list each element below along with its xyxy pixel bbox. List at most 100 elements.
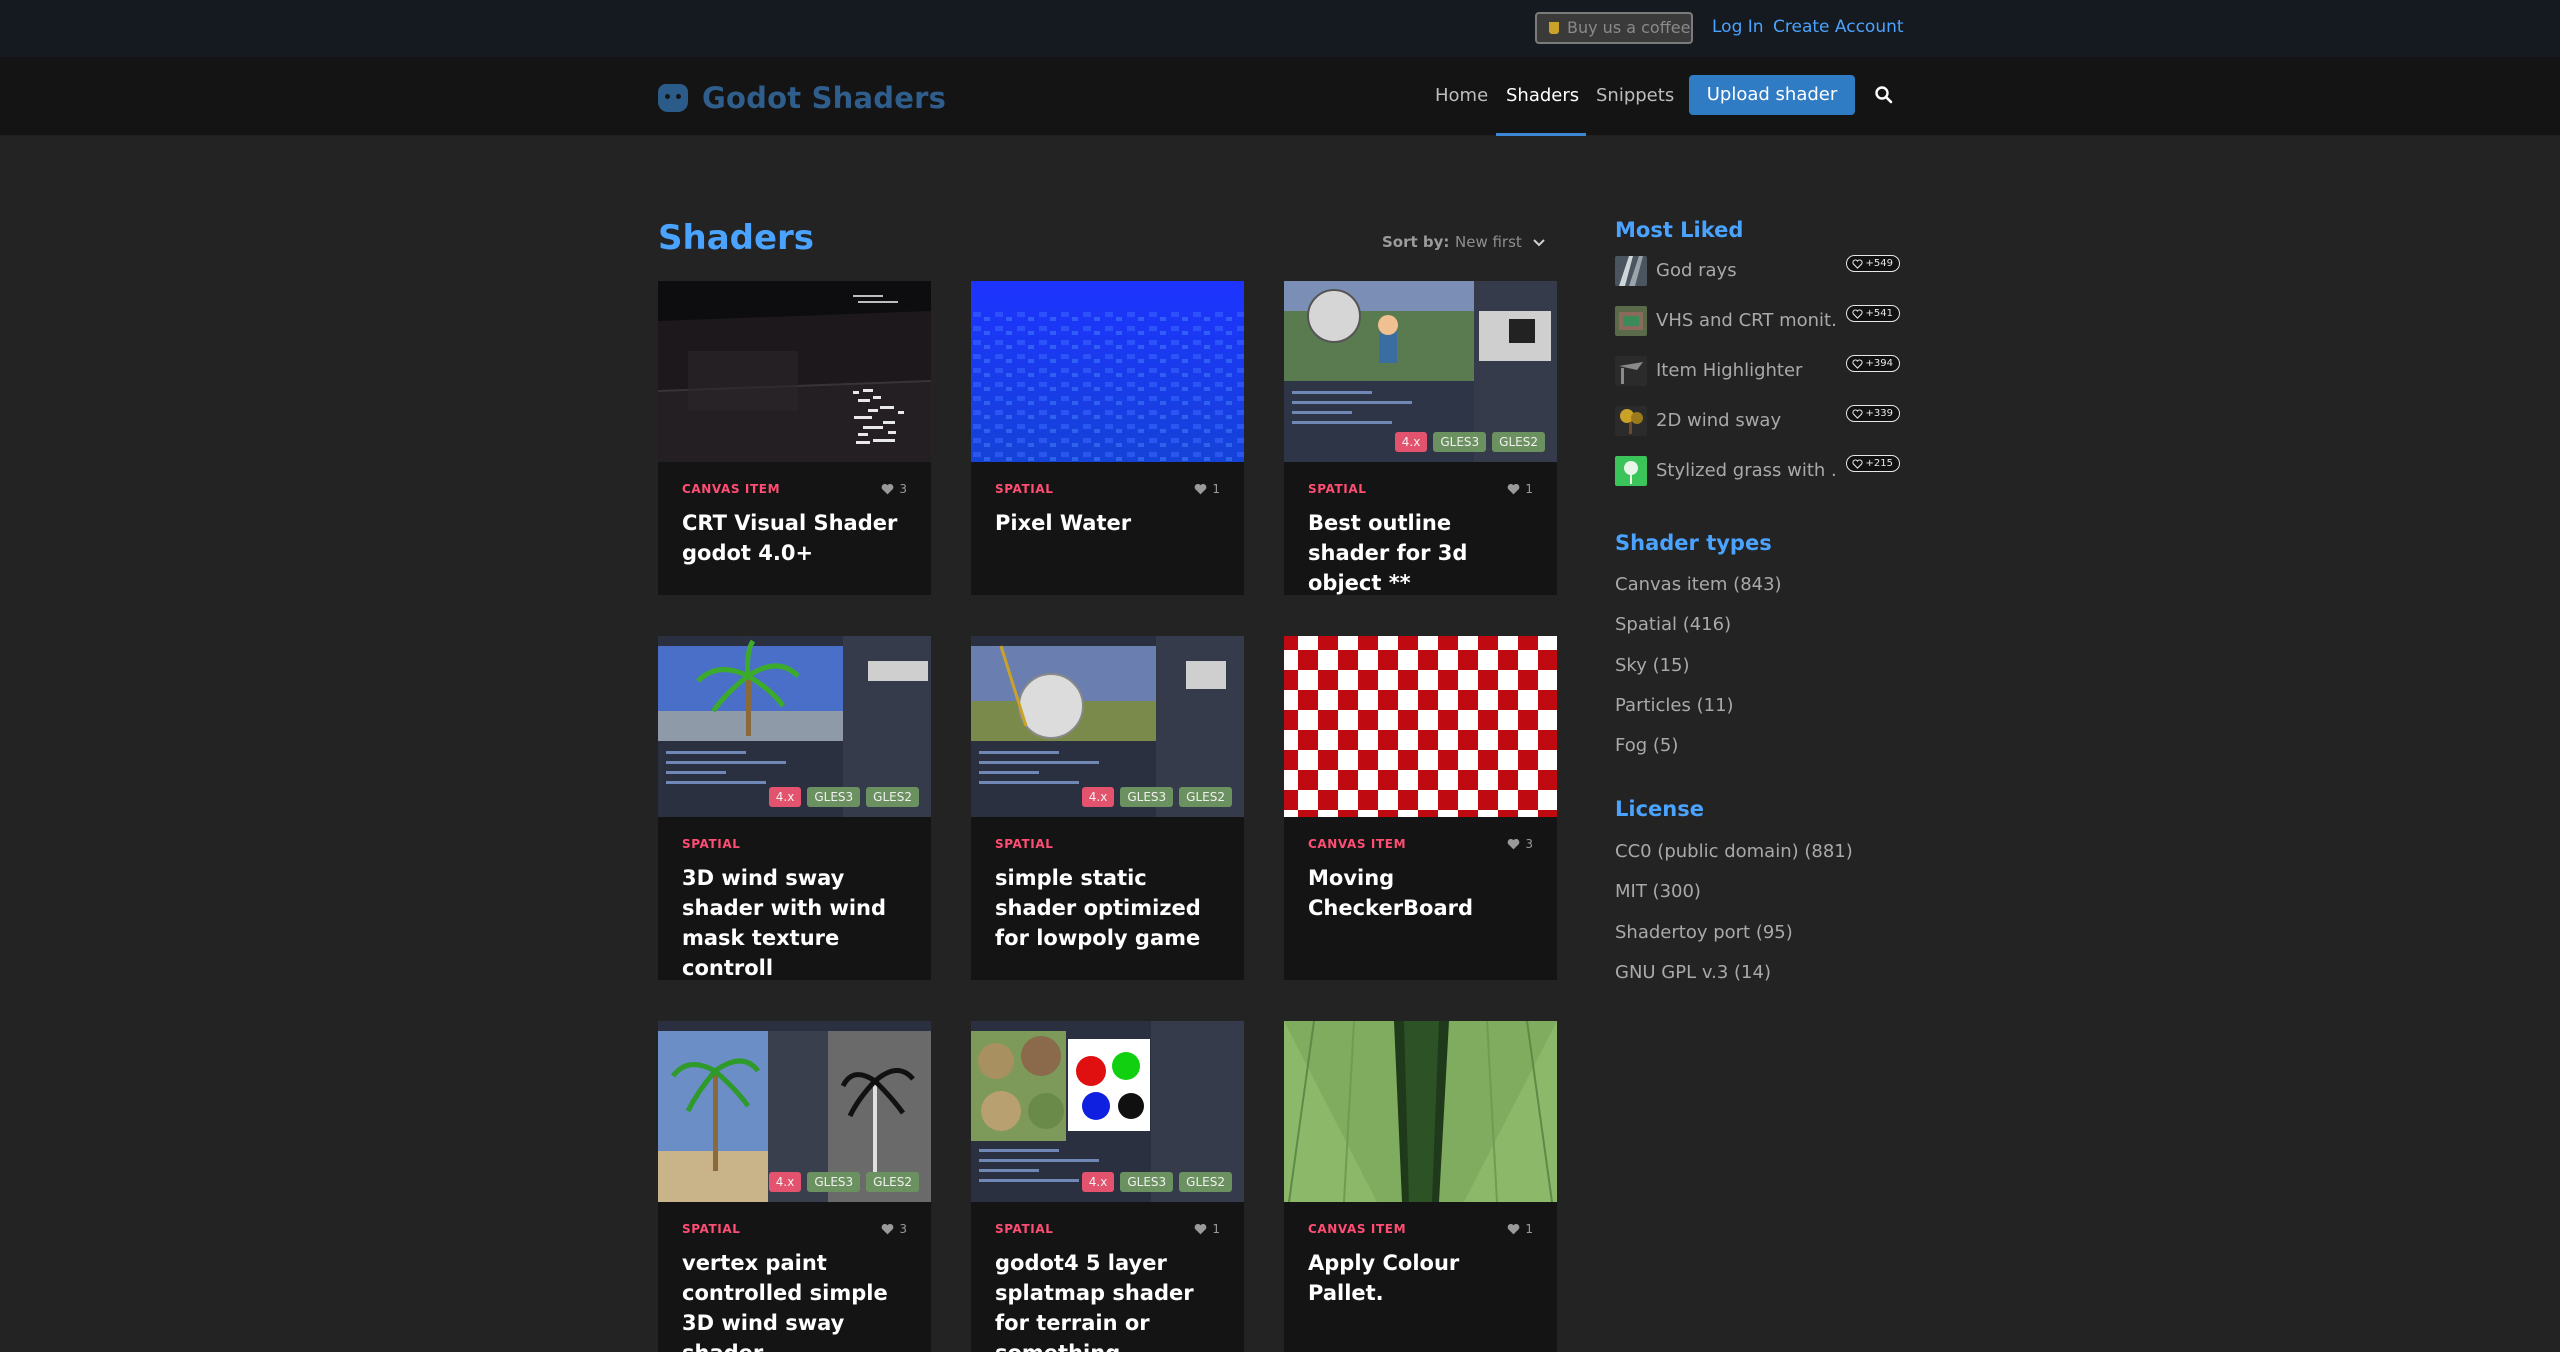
most-liked-item[interactable]: 2D wind sway +339: [1615, 404, 1900, 436]
shader-thumbnail[interactable]: [1615, 306, 1647, 336]
shader-card[interactable]: 4.x GLES3 GLES2 SPATIAL 1 godot4 5 layer…: [971, 1021, 1244, 1352]
version-badge: GLES3: [1120, 787, 1174, 807]
version-badge: GLES2: [1179, 1172, 1232, 1192]
most-liked-name[interactable]: Stylized grass with ...: [1656, 460, 1836, 481]
like-count: 3: [881, 482, 907, 496]
version-badge: GLES2: [866, 787, 919, 807]
shader-title[interactable]: 3D wind sway shader with wind mask textu…: [682, 863, 907, 983]
nav-snippets[interactable]: Snippets: [1596, 85, 1674, 106]
most-liked-name[interactable]: 2D wind sway: [1656, 410, 1836, 431]
shader-title[interactable]: Moving CheckerBoard: [1308, 863, 1533, 923]
shader-thumbnail[interactable]: [1615, 406, 1647, 436]
shader-card[interactable]: CANVAS ITEM 1 Apply Colour Pallet.: [1284, 1021, 1557, 1352]
license-link[interactable]: CC0 (public domain) (881): [1615, 841, 1853, 862]
shader-title[interactable]: Pixel Water: [995, 508, 1220, 538]
shader-title[interactable]: vertex paint controlled simple 3D wind s…: [682, 1248, 907, 1352]
shader-type-label[interactable]: SPATIAL: [995, 837, 1053, 851]
license-link[interactable]: Shadertoy port (95): [1615, 922, 1793, 943]
most-liked-item[interactable]: Item Highlighter +394: [1615, 354, 1900, 386]
shader-thumbnail[interactable]: [1284, 1021, 1557, 1202]
shader-title[interactable]: Apply Colour Pallet.: [1308, 1248, 1533, 1308]
like-count: 3: [881, 1222, 907, 1236]
shader-thumbnail[interactable]: 4.x GLES3 GLES2: [971, 1021, 1244, 1202]
shader-thumbnail[interactable]: [1615, 256, 1647, 286]
license-link[interactable]: MIT (300): [1615, 881, 1701, 902]
version-badge: GLES3: [1433, 432, 1487, 452]
version-badge: 4.x: [1081, 1172, 1115, 1192]
most-liked-item[interactable]: VHS and CRT monit... +541: [1615, 304, 1900, 336]
most-liked-count: +394: [1845, 355, 1900, 372]
most-liked-count: +549: [1845, 255, 1900, 272]
most-liked-name[interactable]: Item Highlighter: [1656, 360, 1836, 381]
shader-type-label[interactable]: SPATIAL: [682, 1222, 740, 1236]
version-badge: GLES3: [807, 787, 861, 807]
shader-thumbnail[interactable]: 4.x GLES3 GLES2: [1284, 281, 1557, 462]
version-badge: 4.x: [1081, 787, 1115, 807]
chevron-down-icon[interactable]: [1531, 235, 1547, 251]
shader-thumbnail[interactable]: 4.x GLES3 GLES2: [658, 1021, 931, 1202]
shader-card[interactable]: SPATIAL 1 Pixel Water: [971, 281, 1244, 595]
search-icon[interactable]: [1874, 85, 1894, 105]
create-account-link[interactable]: Create Account: [1773, 17, 1904, 37]
shader-type-label[interactable]: CANVAS ITEM: [1308, 837, 1406, 851]
most-liked-item[interactable]: Stylized grass with ... +215: [1615, 454, 1900, 486]
most-liked-count: +541: [1845, 305, 1900, 322]
upload-shader-button[interactable]: Upload shader: [1689, 75, 1855, 115]
shader-type-label[interactable]: CANVAS ITEM: [1308, 1222, 1406, 1236]
shader-thumbnail[interactable]: [1615, 356, 1647, 386]
login-link[interactable]: Log In: [1712, 17, 1764, 37]
shader-title[interactable]: godot4 5 layer splatmap shader for terra…: [995, 1248, 1220, 1352]
shader-type-link[interactable]: Particles (11): [1615, 695, 1734, 716]
nav-shaders[interactable]: Shaders: [1506, 85, 1579, 106]
shader-thumbnail[interactable]: 4.x GLES3 GLES2: [971, 636, 1244, 817]
license-link[interactable]: GNU GPL v.3 (14): [1615, 962, 1771, 983]
shader-card[interactable]: 4.x GLES3 GLES2 SPATIAL simple static sh…: [971, 636, 1244, 980]
shader-type-label[interactable]: SPATIAL: [682, 837, 740, 851]
like-count: 1: [1194, 482, 1220, 496]
version-badges: 4.x GLES3 GLES2: [768, 787, 919, 807]
shader-type-label[interactable]: SPATIAL: [995, 1222, 1053, 1236]
version-badge: 4.x: [768, 787, 802, 807]
shader-title[interactable]: Best outline shader for 3d object **: [1308, 508, 1533, 598]
logo-text: Godot Shaders: [702, 81, 947, 115]
buy-coffee-button[interactable]: Buy us a coffee: [1535, 12, 1693, 44]
shader-type-link[interactable]: Canvas item (843): [1615, 574, 1782, 595]
shader-type-link[interactable]: Sky (15): [1615, 655, 1690, 676]
shader-types-heading: Shader types: [1615, 531, 1772, 555]
active-nav-indicator: [1496, 133, 1586, 136]
shader-type-label[interactable]: SPATIAL: [1308, 482, 1366, 496]
shader-card[interactable]: CANVAS ITEM 3 CRT Visual Shader godot 4.…: [658, 281, 931, 595]
sort-select[interactable]: New first: [1455, 233, 1522, 251]
shader-type-label[interactable]: CANVAS ITEM: [682, 482, 780, 496]
shader-type-label[interactable]: SPATIAL: [995, 482, 1053, 496]
heart-icon: [1195, 483, 1207, 495]
version-badge: GLES3: [1120, 1172, 1174, 1192]
version-badge: GLES2: [1492, 432, 1545, 452]
most-liked-name[interactable]: God rays: [1656, 260, 1836, 281]
site-logo[interactable]: Godot Shaders: [658, 80, 946, 116]
shader-card[interactable]: CANVAS ITEM 3 Moving CheckerBoard: [1284, 636, 1557, 980]
shader-card[interactable]: 4.x GLES3 GLES2 SPATIAL 3 vertex paint c…: [658, 1021, 931, 1352]
heart-icon: [1851, 358, 1863, 369]
shader-thumbnail[interactable]: [1615, 456, 1647, 486]
shader-thumbnail[interactable]: [658, 281, 931, 462]
most-liked-name[interactable]: VHS and CRT monit...: [1656, 310, 1836, 331]
shader-type-link[interactable]: Fog (5): [1615, 735, 1678, 756]
shader-card[interactable]: 4.x GLES3 GLES2 SPATIAL 1 Best outline s…: [1284, 281, 1557, 595]
version-badges: 4.x GLES3 GLES2: [1081, 787, 1232, 807]
page-title: Shaders: [658, 218, 815, 258]
shader-thumbnail[interactable]: [971, 281, 1244, 462]
shader-type-link[interactable]: Spatial (416): [1615, 614, 1731, 635]
shader-thumbnail[interactable]: [1284, 636, 1557, 817]
heart-icon: [1508, 838, 1520, 850]
like-count: 1: [1507, 1222, 1533, 1236]
heart-icon: [882, 483, 894, 495]
shader-thumbnail[interactable]: 4.x GLES3 GLES2: [658, 636, 931, 817]
nav-home[interactable]: Home: [1435, 85, 1488, 106]
heart-icon: [882, 1223, 894, 1235]
most-liked-item[interactable]: God rays +549: [1615, 254, 1900, 286]
shader-title[interactable]: CRT Visual Shader godot 4.0+: [682, 508, 907, 568]
shader-title[interactable]: simple static shader optimized for lowpo…: [995, 863, 1220, 953]
version-badge: 4.x: [1394, 432, 1428, 452]
shader-card[interactable]: 4.x GLES3 GLES2 SPATIAL 3D wind sway sha…: [658, 636, 931, 980]
